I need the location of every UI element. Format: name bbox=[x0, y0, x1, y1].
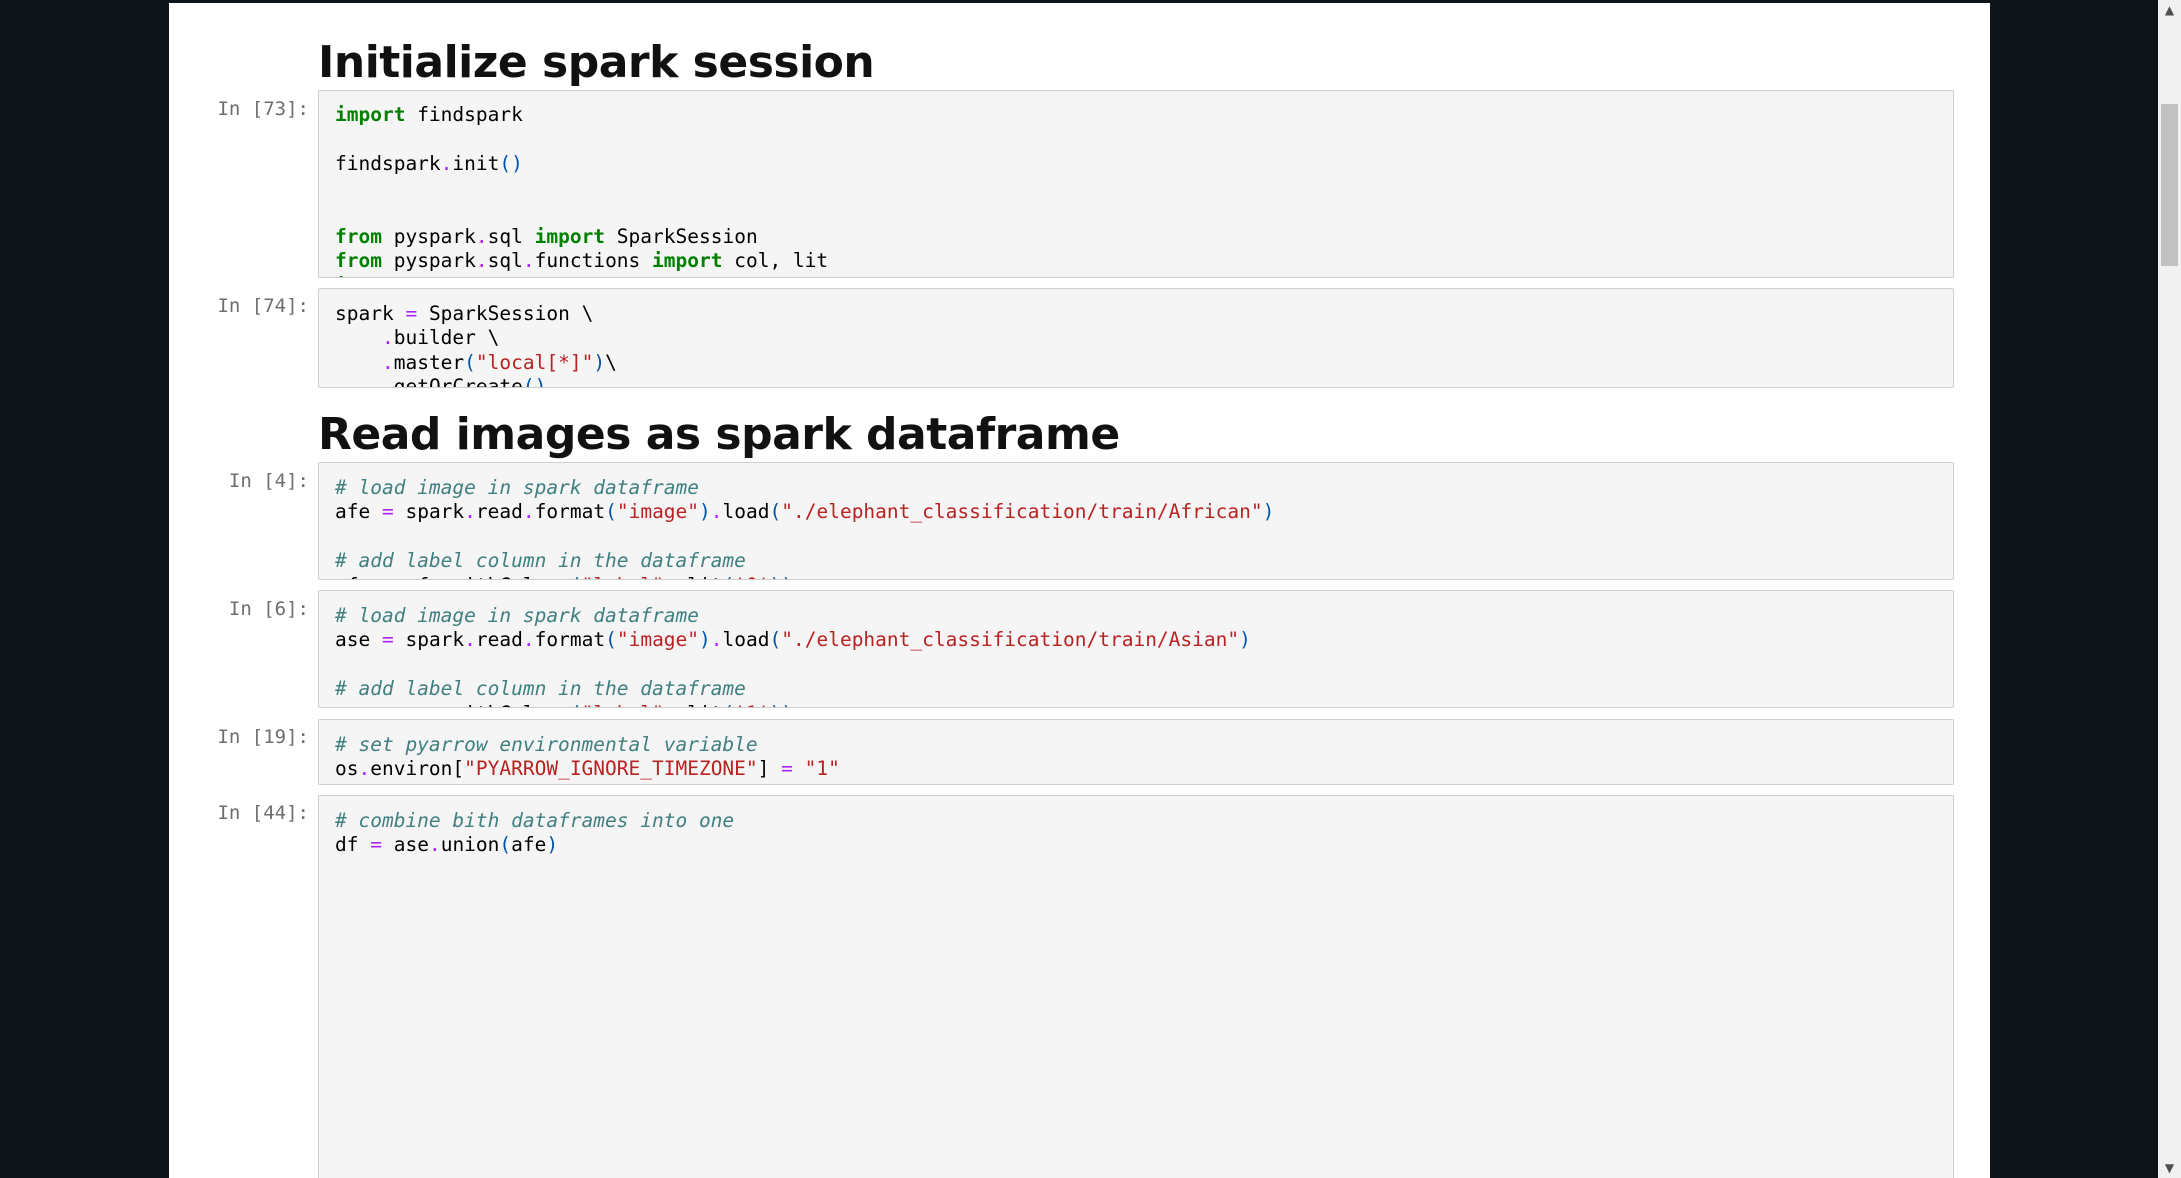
code-cell[interactable]: # combine bith dataframes into one df = … bbox=[318, 795, 1954, 1178]
code-editor[interactable]: # set pyarrow environmental variable os.… bbox=[335, 733, 840, 782]
code-cell[interactable]: # load image in spark dataframe afe = sp… bbox=[318, 462, 1954, 580]
code-cell[interactable]: # load image in spark dataframe ase = sp… bbox=[318, 590, 1954, 708]
code-token: = bbox=[381, 500, 394, 524]
code-token: # combine bith dataframes into one bbox=[335, 809, 735, 832]
scroll-down-icon[interactable]: ▼ bbox=[2158, 1158, 2181, 1178]
code-token: # load image in spark dataframe bbox=[335, 476, 699, 499]
code-token: ( bbox=[499, 833, 512, 857]
code-cell[interactable]: spark = SparkSession \ .builder \ .maste… bbox=[318, 288, 1954, 388]
code-token: "./elephant_classification/train/African… bbox=[781, 500, 1263, 524]
code-token: from bbox=[335, 225, 382, 249]
cell-prompt: In [19]: bbox=[217, 726, 309, 748]
code-token: import bbox=[335, 103, 406, 126]
code-token: import bbox=[652, 249, 723, 273]
code-token: ) bbox=[546, 833, 559, 857]
code-token: "label" bbox=[582, 702, 664, 707]
cell-prompt: In [6]: bbox=[228, 598, 309, 620]
cell-prompt: In [4]: bbox=[228, 470, 309, 492]
code-token: . bbox=[710, 628, 723, 652]
code-editor[interactable]: # combine bith dataframes into one df = … bbox=[335, 809, 734, 858]
cell-prompt: In [44]: bbox=[217, 802, 309, 824]
code-token: . bbox=[381, 350, 394, 374]
code-token: "image" bbox=[616, 500, 700, 524]
code-token: '0' bbox=[734, 574, 769, 579]
code-token: . bbox=[522, 500, 535, 524]
code-token: = bbox=[405, 302, 418, 325]
code-token: ( bbox=[722, 702, 734, 707]
code-token: import bbox=[534, 225, 606, 249]
code-token: . bbox=[358, 757, 371, 781]
code-token: = bbox=[382, 702, 394, 707]
section-heading-initialize: Initialize spark session bbox=[318, 37, 875, 88]
code-token: . bbox=[475, 225, 488, 249]
code-cell[interactable]: # set pyarrow environmental variable os.… bbox=[318, 719, 1954, 785]
section-heading-read-images: Read images as spark dataframe bbox=[318, 409, 1120, 460]
code-token: "local[*]" bbox=[475, 350, 594, 374]
scrollbar-thumb[interactable] bbox=[2161, 104, 2178, 266]
code-editor[interactable]: # load image in spark dataframe afe = sp… bbox=[335, 476, 1275, 579]
scroll-up-icon[interactable]: ▲ bbox=[2158, 0, 2181, 20]
code-cell[interactable]: import findspark findspark.init() from p… bbox=[318, 90, 1954, 278]
code-token: = bbox=[381, 628, 394, 652]
code-token: ) bbox=[699, 500, 711, 524]
code-token: # add label column in the dataframe bbox=[335, 549, 746, 573]
code-token: ) bbox=[1239, 628, 1251, 652]
vertical-scrollbar[interactable]: ▲ ▼ bbox=[2158, 0, 2181, 1178]
cell-prompt: In [73]: bbox=[217, 98, 309, 120]
code-token: ( bbox=[570, 702, 582, 707]
code-token: # set pyarrow environmental variable bbox=[335, 733, 758, 756]
code-token: '1' bbox=[734, 702, 769, 707]
code-editor[interactable]: import findspark findspark.init() from p… bbox=[335, 103, 828, 277]
notebook-page: Initialize spark session In [73]: import… bbox=[169, 3, 1990, 1178]
code-token: # add label column in the dataframe bbox=[335, 677, 746, 701]
code-token: . bbox=[441, 702, 453, 707]
code-token: ) bbox=[699, 628, 711, 652]
code-token: ( bbox=[605, 628, 617, 652]
code-token: "./elephant_classification/train/Asian" bbox=[781, 628, 1240, 652]
code-token: . bbox=[475, 249, 488, 273]
code-token: ( bbox=[570, 574, 582, 579]
code-editor[interactable]: spark = SparkSession \ .builder \ .maste… bbox=[335, 302, 617, 388]
code-token: . bbox=[464, 628, 476, 652]
code-token: )) bbox=[769, 702, 792, 707]
code-token: "1" bbox=[804, 757, 840, 781]
code-token: . bbox=[428, 833, 441, 857]
code-token: . bbox=[441, 574, 453, 579]
code-token: import bbox=[335, 274, 405, 277]
code-token: ( bbox=[722, 574, 734, 579]
code-token: ) bbox=[593, 350, 606, 374]
code-token: ) bbox=[1262, 500, 1275, 524]
code-token: ( bbox=[464, 350, 476, 374]
code-editor[interactable]: # load image in spark dataframe ase = sp… bbox=[335, 604, 1251, 707]
code-token: () bbox=[499, 151, 523, 175]
code-token: . bbox=[381, 375, 394, 388]
code-token: . bbox=[440, 151, 453, 175]
code-token: "label" bbox=[582, 574, 664, 579]
code-token: ( bbox=[769, 500, 782, 524]
code-token: () bbox=[522, 375, 547, 388]
code-token: . bbox=[464, 500, 476, 524]
code-token: "image" bbox=[616, 628, 700, 652]
cell-prompt: In [74]: bbox=[217, 295, 309, 317]
code-token: = bbox=[382, 574, 394, 579]
code-token: = bbox=[781, 757, 793, 781]
code-token: ( bbox=[605, 500, 617, 524]
code-token: # load image in spark dataframe bbox=[335, 604, 699, 627]
code-token: . bbox=[522, 249, 535, 273]
code-token: . bbox=[381, 326, 394, 350]
code-token: "PYARROW_IGNORE_TIMEZONE" bbox=[464, 757, 758, 781]
code-token: . bbox=[522, 628, 535, 652]
code-token: from bbox=[335, 249, 382, 273]
code-token: )) bbox=[769, 574, 792, 579]
code-token: = bbox=[370, 833, 382, 857]
code-token: . bbox=[710, 500, 723, 524]
code-token: ( bbox=[769, 628, 782, 652]
